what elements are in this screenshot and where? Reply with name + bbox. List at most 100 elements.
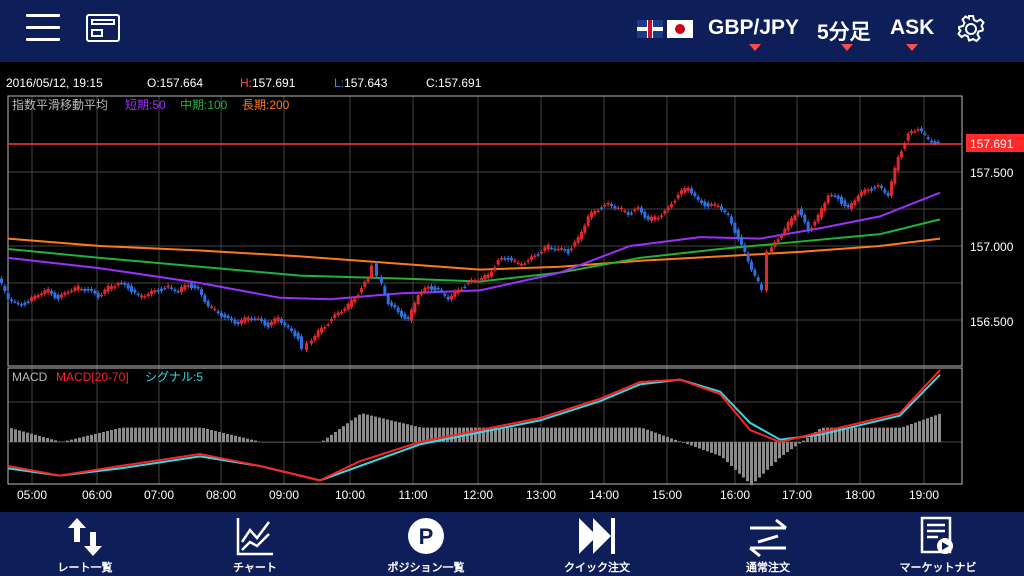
candle [880, 185, 883, 189]
macd-histogram-bar [762, 442, 765, 474]
candle [56, 294, 60, 300]
macd-histogram-bar [326, 437, 329, 442]
pair-dropdown-icon[interactable] [749, 44, 761, 51]
macd-histogram-bar [722, 442, 725, 459]
side-dropdown-icon[interactable] [906, 44, 918, 51]
x-tick-label: 17:00 [782, 488, 812, 502]
candle [136, 293, 140, 296]
candle [716, 205, 720, 208]
macd-histogram-bar [630, 427, 633, 442]
candle [180, 287, 183, 293]
layout-icon[interactable] [86, 14, 120, 42]
candle [656, 217, 660, 220]
bottom-nav: レート一覧 チャート P ポジション一覧 クイック注文 通常注文 マーケットナビ [0, 512, 1024, 576]
nav-normal-order[interactable]: 通常注文 [708, 512, 828, 576]
candle [673, 200, 677, 203]
svg-text:P: P [419, 524, 434, 549]
ema-mid-label: 中期:100 [180, 97, 228, 112]
candle [710, 204, 713, 206]
candle [370, 265, 373, 278]
nav-chart[interactable]: チャート [195, 512, 315, 576]
macd-histogram-bar [210, 430, 213, 442]
macd-histogram-bar [142, 427, 145, 442]
nav-market-navi[interactable]: マーケットナビ [878, 512, 998, 576]
macd-histogram-bar [874, 427, 877, 442]
timeframe-dropdown-icon[interactable] [841, 44, 853, 51]
candle [573, 241, 577, 247]
macd-histogram-bar [350, 420, 353, 442]
candle [676, 194, 680, 199]
candle [703, 201, 707, 207]
x-tick-label: 18:00 [845, 488, 875, 502]
menu-icon[interactable] [26, 14, 60, 44]
macd-histogram-bar [534, 427, 537, 442]
macd-histogram-bar [890, 427, 893, 442]
macd-histogram-bar [46, 438, 49, 442]
nav-rate-list[interactable]: レート一覧 [25, 512, 145, 576]
candle [366, 278, 370, 282]
candle [866, 189, 870, 192]
side-selector[interactable]: ASK [890, 16, 934, 40]
candle [516, 262, 520, 265]
settings-icon[interactable] [956, 14, 986, 44]
nav-positions[interactable]: P ポジション一覧 [366, 512, 486, 576]
macd-histogram-bar [774, 442, 777, 463]
macd-histogram-bar [694, 442, 697, 448]
candle [26, 301, 30, 303]
macd-histogram-bar [134, 427, 137, 442]
macd-histogram-bar [390, 420, 393, 442]
macd-histogram-bar [314, 442, 317, 443]
macd-histogram-bar [122, 427, 125, 442]
macd-histogram-bar [398, 422, 401, 442]
macd-histogram-bar [658, 434, 661, 442]
candle [590, 212, 593, 218]
macd-histogram-bar [786, 442, 789, 453]
quick-order-icon [579, 518, 615, 554]
macd-histogram-bar [794, 442, 797, 447]
candle [800, 208, 803, 216]
candle [496, 260, 500, 265]
macd-histogram-bar [70, 439, 73, 442]
candle [286, 325, 290, 328]
candle [810, 228, 813, 230]
candle [323, 327, 327, 329]
macd-panel-frame [7, 367, 963, 485]
candle [556, 248, 560, 251]
candle [293, 330, 297, 337]
macd-histogram-bar [922, 419, 925, 442]
macd-histogram-bar [850, 427, 853, 442]
macd-histogram-bar [738, 442, 741, 474]
timeframe-selector[interactable]: 5分足 [817, 16, 871, 46]
candle [196, 286, 200, 289]
candle [806, 222, 810, 232]
macd-histogram-bar [502, 427, 505, 442]
candle [170, 287, 173, 289]
ema-short-label: 短期:50 [125, 98, 166, 112]
macd-histogram-bar [422, 427, 425, 442]
current-price-label: 157.691 [970, 137, 1014, 151]
macd-histogram-bar [74, 438, 77, 442]
macd-histogram-bar [862, 427, 865, 442]
macd-histogram-bar [222, 432, 225, 442]
chart-area[interactable]: 2016/05/12, 19:15 O:157.664 H:157.691 L:… [0, 62, 1024, 512]
macd-histogram-bar [518, 427, 521, 442]
macd-histogram-bar [614, 427, 617, 442]
candle [513, 260, 517, 262]
price-chart[interactable]: 157.691 157.500 157.000 156.500 指数平滑移動平均… [0, 62, 1024, 512]
candle [400, 310, 403, 317]
nav-label: マーケットナビ [899, 562, 977, 574]
currency-pair-selector[interactable]: GBP/JPY [708, 16, 799, 40]
candle [550, 247, 553, 250]
candle [913, 130, 917, 133]
macd-histogram-bar [550, 427, 553, 442]
candle [740, 236, 743, 245]
nav-label: ポジション一覧 [387, 562, 465, 574]
candle [630, 212, 633, 215]
candle [446, 296, 450, 300]
x-tick-label: 14:00 [589, 488, 619, 502]
macd-histogram-bar [38, 435, 41, 442]
candle [403, 313, 407, 319]
macd-histogram-bar [358, 414, 361, 442]
macd-histogram-bar [318, 442, 321, 443]
nav-quick-order[interactable]: クイック注文 [537, 512, 657, 576]
